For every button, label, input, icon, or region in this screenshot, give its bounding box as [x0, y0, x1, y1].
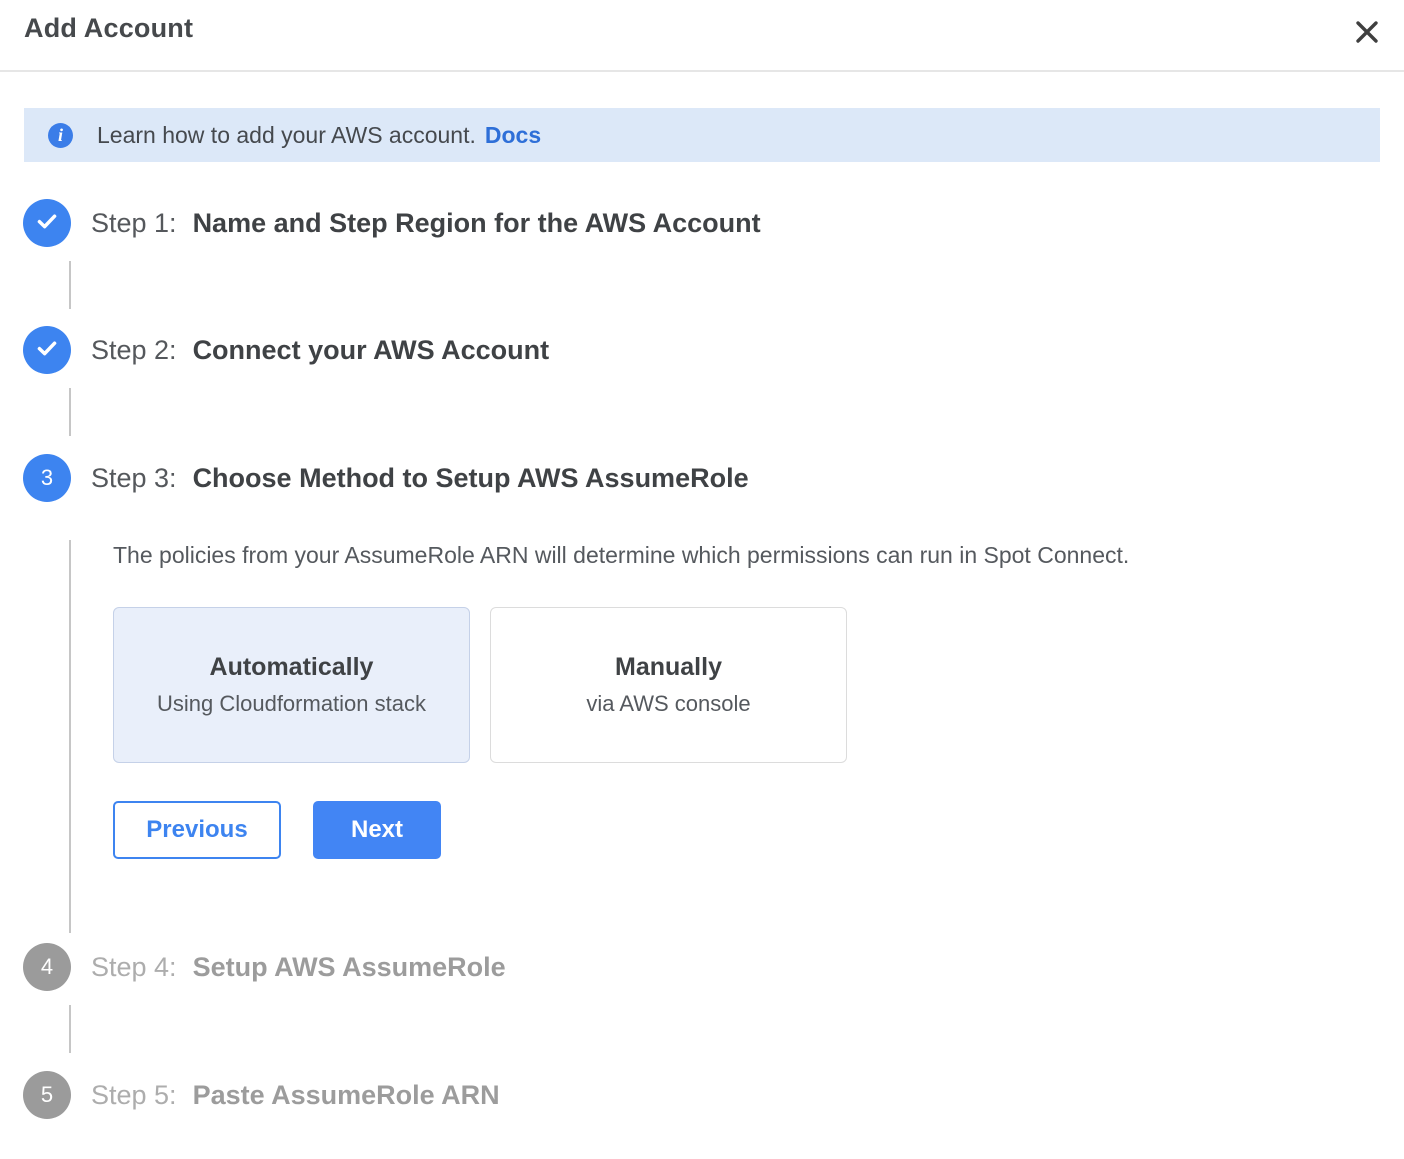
modal-header: Add Account [0, 0, 1404, 72]
wizard-stepper: Step 1: Name and Step Region for the AWS … [0, 162, 1404, 1119]
step-4-title: Setup AWS AssumeRole [193, 952, 506, 982]
option-card-automatically[interactable]: Automatically Using Cloudformation stack [113, 607, 470, 763]
step-1-circle[interactable] [23, 199, 71, 247]
step-row-3: 3 Step 3: Choose Method to Setup AWS Assu… [23, 454, 1380, 502]
step-4-text: Step 4: Setup AWS AssumeRole [91, 952, 506, 983]
option-card-manually[interactable]: Manually via AWS console [490, 607, 847, 763]
page-title: Add Account [24, 13, 193, 44]
step-3-label: Step 3: [91, 463, 177, 493]
step-1-text: Step 1: Name and Step Region for the AWS … [91, 208, 761, 239]
previous-button[interactable]: Previous [113, 801, 281, 859]
banner-text: Learn how to add your AWS account. [97, 122, 476, 149]
step-1-label: Step 1: [91, 208, 177, 238]
step-2-title: Connect your AWS Account [193, 335, 550, 365]
info-icon: i [48, 123, 73, 148]
wizard-buttons: Previous Next [113, 801, 1380, 859]
step-5-title: Paste AssumeRole ARN [193, 1080, 500, 1110]
step-row-1[interactable]: Step 1: Name and Step Region for the AWS … [23, 199, 1380, 247]
step-row-5: 5 Step 5: Paste AssumeRole ARN [23, 1071, 1380, 1119]
close-icon [1352, 35, 1382, 50]
step-3-text: Step 3: Choose Method to Setup AWS Assume… [91, 463, 749, 494]
step-5-number: 5 [41, 1082, 53, 1108]
step-connector [69, 388, 71, 436]
step-connector [69, 1005, 71, 1053]
step-3-number: 3 [41, 465, 53, 491]
step-4-label: Step 4: [91, 952, 177, 982]
step-5-label: Step 5: [91, 1080, 177, 1110]
option-subtitle: via AWS console [586, 691, 750, 717]
step-row-4: 4 Step 4: Setup AWS AssumeRole [23, 943, 1380, 991]
check-icon [34, 335, 60, 366]
option-title: Manually [615, 653, 722, 682]
step-connector [69, 261, 71, 309]
step-3-title: Choose Method to Setup AWS AssumeRole [193, 463, 749, 493]
step-3-description: The policies from your AssumeRole ARN wi… [113, 540, 1380, 570]
add-account-modal: Add Account i Learn how to add your AWS … [0, 0, 1404, 1159]
step-row-2[interactable]: Step 2: Connect your AWS Account [23, 326, 1380, 374]
option-subtitle: Using Cloudformation stack [157, 691, 426, 717]
assume-role-method-options: Automatically Using Cloudformation stack… [113, 607, 1380, 763]
check-icon [34, 208, 60, 239]
docs-link[interactable]: Docs [485, 122, 541, 149]
step-2-text: Step 2: Connect your AWS Account [91, 335, 549, 366]
step-4-number: 4 [41, 954, 53, 980]
option-title: Automatically [210, 653, 374, 682]
info-banner: i Learn how to add your AWS account. Doc… [24, 108, 1380, 162]
step-5-text: Step 5: Paste AssumeRole ARN [91, 1080, 500, 1111]
step-2-label: Step 2: [91, 335, 177, 365]
step-2-circle[interactable] [23, 326, 71, 374]
step-1-title: Name and Step Region for the AWS Account [193, 208, 761, 238]
next-button[interactable]: Next [313, 801, 441, 859]
step-3-circle: 3 [23, 454, 71, 502]
step-3-content: The policies from your AssumeRole ARN wi… [69, 540, 1380, 933]
close-button[interactable] [1350, 15, 1384, 52]
step-5-circle: 5 [23, 1071, 71, 1119]
step-4-circle: 4 [23, 943, 71, 991]
